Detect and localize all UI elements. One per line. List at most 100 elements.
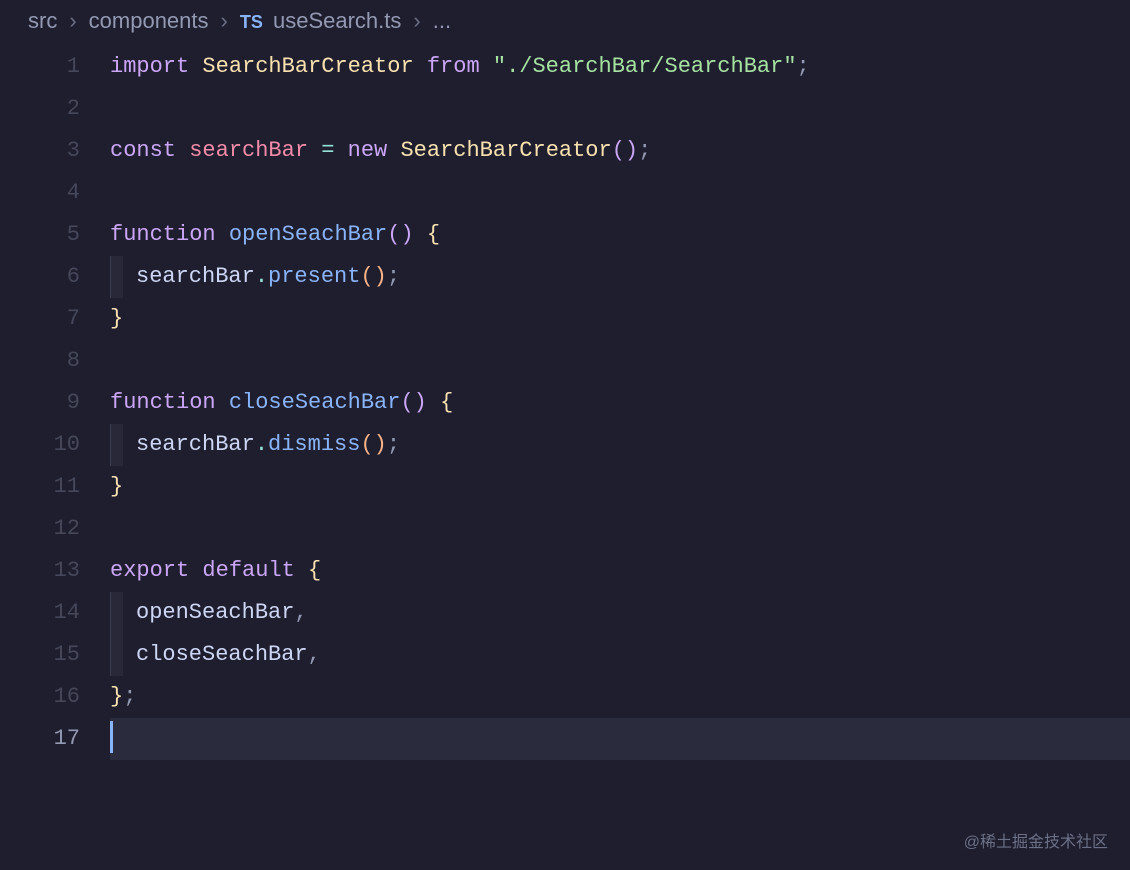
- code-token: openSeachBar: [136, 600, 294, 625]
- code-content[interactable]: import SearchBarCreator from "./SearchBa…: [110, 46, 1130, 760]
- code-token: .: [255, 432, 268, 457]
- code-token: [189, 558, 202, 583]
- line-number: 1: [0, 46, 80, 88]
- code-token: }: [110, 474, 123, 499]
- code-token: function: [110, 222, 216, 247]
- code-token: (): [360, 432, 386, 457]
- code-token: import: [110, 54, 189, 79]
- code-token: [189, 54, 202, 79]
- breadcrumb-item-src[interactable]: src: [28, 8, 57, 34]
- text-cursor: [110, 721, 113, 753]
- line-number: 15: [0, 634, 80, 676]
- code-token: [480, 54, 493, 79]
- code-token: [216, 390, 229, 415]
- code-token: ;: [797, 54, 810, 79]
- line-number-gutter: 1234567891011121314151617: [0, 46, 110, 760]
- code-token: new: [348, 138, 388, 163]
- line-number: 17: [0, 718, 80, 760]
- code-token: ;: [638, 138, 651, 163]
- code-line[interactable]: [110, 508, 1130, 550]
- code-editor[interactable]: 1234567891011121314151617 import SearchB…: [0, 42, 1130, 760]
- code-token: closeSeachBar: [229, 390, 401, 415]
- code-line[interactable]: [110, 88, 1130, 130]
- code-token: {: [308, 558, 321, 583]
- code-token: .: [255, 264, 268, 289]
- code-line[interactable]: [110, 340, 1130, 382]
- code-line[interactable]: import SearchBarCreator from "./SearchBa…: [110, 46, 1130, 88]
- code-token: SearchBarCreator: [400, 138, 611, 163]
- line-number: 2: [0, 88, 80, 130]
- breadcrumb-item-file[interactable]: TS useSearch.ts: [240, 8, 402, 34]
- line-number: 6: [0, 256, 80, 298]
- line-number: 5: [0, 214, 80, 256]
- code-token: [216, 222, 229, 247]
- breadcrumb[interactable]: src › components › TS useSearch.ts › ...: [0, 0, 1130, 42]
- code-token: }: [110, 306, 123, 331]
- code-token: openSeachBar: [229, 222, 387, 247]
- code-token: =: [321, 138, 334, 163]
- code-token: searchBar: [136, 264, 255, 289]
- code-token: searchBar: [136, 432, 255, 457]
- code-line[interactable]: openSeachBar,: [110, 592, 1130, 634]
- breadcrumb-item-more[interactable]: ...: [433, 8, 451, 34]
- breadcrumb-item-components[interactable]: components: [89, 8, 209, 34]
- code-token: [414, 222, 427, 247]
- code-token: ;: [123, 684, 136, 709]
- indent-guide: [110, 634, 123, 676]
- chevron-right-icon: ›: [69, 8, 76, 34]
- line-number: 3: [0, 130, 80, 172]
- code-token: (): [360, 264, 386, 289]
- line-number: 7: [0, 298, 80, 340]
- code-token: [414, 54, 427, 79]
- code-token: [427, 390, 440, 415]
- code-line[interactable]: [110, 172, 1130, 214]
- typescript-icon: TS: [240, 12, 263, 32]
- code-token: [308, 138, 321, 163]
- code-token: dismiss: [268, 432, 360, 457]
- code-token: const: [110, 138, 176, 163]
- code-token: export: [110, 558, 189, 583]
- code-token: {: [440, 390, 453, 415]
- line-number: 8: [0, 340, 80, 382]
- code-line[interactable]: }: [110, 298, 1130, 340]
- indent-guide: [110, 424, 123, 466]
- code-line[interactable]: const searchBar = new SearchBarCreator()…: [110, 130, 1130, 172]
- code-line[interactable]: searchBar.dismiss();: [110, 424, 1130, 466]
- line-number: 11: [0, 466, 80, 508]
- code-line[interactable]: function openSeachBar() {: [110, 214, 1130, 256]
- code-token: ,: [308, 642, 321, 667]
- chevron-right-icon: ›: [221, 8, 228, 34]
- code-token: SearchBarCreator: [202, 54, 413, 79]
- line-number: 14: [0, 592, 80, 634]
- code-token: searchBar: [189, 138, 308, 163]
- code-line[interactable]: };: [110, 676, 1130, 718]
- code-line[interactable]: }: [110, 466, 1130, 508]
- line-number: 10: [0, 424, 80, 466]
- watermark-text: @稀土掘金技术社区: [964, 828, 1108, 852]
- code-line[interactable]: [110, 718, 1130, 760]
- code-token: (): [387, 222, 413, 247]
- code-token: [295, 558, 308, 583]
- line-number: 13: [0, 550, 80, 592]
- code-token: function: [110, 390, 216, 415]
- code-token: [176, 138, 189, 163]
- indent-guide: [110, 592, 123, 634]
- code-token: "./SearchBar/SearchBar": [493, 54, 797, 79]
- code-token: ,: [294, 600, 307, 625]
- line-number: 4: [0, 172, 80, 214]
- code-line[interactable]: export default {: [110, 550, 1130, 592]
- code-token: present: [268, 264, 360, 289]
- code-token: from: [427, 54, 480, 79]
- line-number: 16: [0, 676, 80, 718]
- code-token: [387, 138, 400, 163]
- code-line[interactable]: function closeSeachBar() {: [110, 382, 1130, 424]
- code-token: [334, 138, 347, 163]
- line-number: 12: [0, 508, 80, 550]
- code-line[interactable]: searchBar.present();: [110, 256, 1130, 298]
- line-number: 9: [0, 382, 80, 424]
- code-token: }: [110, 684, 123, 709]
- code-token: ;: [387, 432, 400, 457]
- code-token: ;: [387, 264, 400, 289]
- code-token: (): [612, 138, 638, 163]
- code-line[interactable]: closeSeachBar,: [110, 634, 1130, 676]
